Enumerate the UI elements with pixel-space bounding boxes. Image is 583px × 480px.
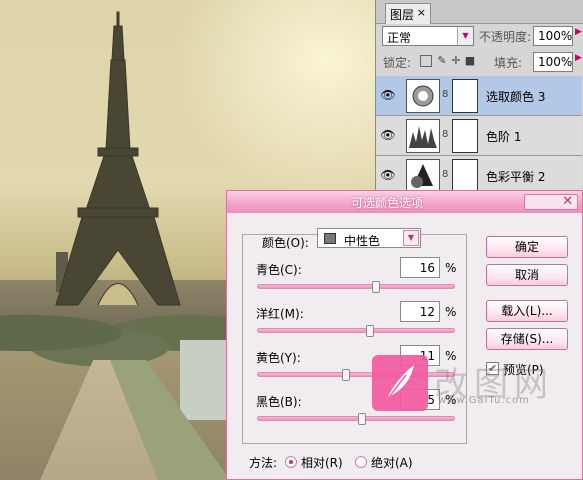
blend-row: 正常 ▼ 不透明度: 100% ▶: [382, 26, 583, 48]
colors-select[interactable]: 中性色 ▼: [317, 228, 421, 248]
black-slider-track[interactable]: [257, 416, 455, 421]
lock-row: 锁定: ✎ ✛ ■ 填充: 100% ▶: [382, 52, 583, 72]
cyan-slider-track[interactable]: [257, 284, 455, 289]
layers-tabbar: 图层 ×: [376, 0, 583, 24]
opacity-value: 100%: [538, 29, 573, 43]
black-slider-knob[interactable]: [357, 413, 366, 425]
feather-logo-icon: [372, 355, 428, 411]
close-button[interactable]: ✕: [524, 194, 578, 210]
yellow-slider-knob[interactable]: [342, 369, 351, 381]
lock-all-icon[interactable]: ■: [464, 55, 476, 67]
eye-icon[interactable]: 👁: [380, 128, 396, 142]
load-button[interactable]: 载入(L)...: [486, 300, 568, 322]
tab-layers-label: 图层: [390, 8, 415, 22]
layer-list: 👁 8 选取颜色 3 👁 8 色阶 1 👁 8 色彩平衡 2: [376, 76, 582, 196]
neutral-swatch: [324, 233, 336, 244]
fill-arrow-icon[interactable]: ▶: [575, 53, 582, 63]
dialog-title: 可选颜色选项: [350, 196, 423, 210]
yellow-label: 黄色(Y):: [256, 351, 301, 365]
selective-color-adjustment-icon: [406, 79, 440, 113]
relative-radio[interactable]: [285, 456, 297, 468]
watermark: 改图网 www.GaiTu.com: [372, 355, 582, 415]
magenta-slider-track[interactable]: [257, 328, 455, 333]
colors-label: 颜色(O):: [262, 236, 309, 250]
fill-value: 100%: [538, 55, 573, 69]
opacity-arrow-icon[interactable]: ▶: [575, 27, 582, 37]
blend-mode-select[interactable]: 正常 ▼: [382, 26, 474, 46]
lock-transparent-icon[interactable]: [420, 55, 432, 67]
link-icon: 8: [442, 129, 449, 140]
link-icon: 8: [442, 89, 449, 100]
watermark-url: www.GaiTu.com: [438, 395, 530, 406]
cyan-label: 青色(C):: [256, 263, 302, 277]
link-icon: 8: [442, 169, 449, 180]
close-icon: ✕: [562, 194, 573, 209]
layer-row[interactable]: 👁 8 选取颜色 3: [376, 76, 582, 116]
eye-icon[interactable]: 👁: [380, 168, 396, 182]
magenta-label: 洋红(M):: [256, 307, 304, 321]
cyan-input[interactable]: 16: [400, 257, 440, 278]
cancel-button[interactable]: 取消: [486, 264, 568, 286]
layer-name: 选取颜色 3: [486, 90, 546, 104]
levels-adjustment-icon: [406, 119, 440, 153]
close-icon[interactable]: ×: [417, 6, 426, 19]
colors-value: 中性色: [344, 234, 381, 248]
opacity-input[interactable]: 100%: [533, 26, 573, 46]
chevron-down-icon: ▼: [457, 27, 473, 45]
absolute-label: 绝对(A): [371, 456, 413, 470]
layer-row[interactable]: 👁 8 色阶 1: [376, 116, 582, 156]
eiffel-tower: [55, 11, 181, 306]
relative-label: 相对(R): [301, 456, 343, 470]
black-label: 黑色(B):: [256, 395, 302, 409]
percent-label: %: [445, 305, 457, 319]
opacity-label: 不透明度:: [479, 30, 532, 44]
method-label: 方法:: [249, 456, 278, 470]
lock-brush-icon[interactable]: ✎: [436, 55, 448, 67]
percent-label: %: [445, 261, 457, 275]
layer-name: 色彩平衡 2: [486, 170, 546, 184]
fill-label: 填充:: [494, 56, 523, 70]
layer-mask-thumb[interactable]: [452, 159, 478, 193]
cyan-slider-knob[interactable]: [371, 281, 380, 293]
layer-mask-thumb[interactable]: [452, 119, 478, 153]
ok-button[interactable]: 确定: [486, 236, 568, 258]
dialog-titlebar[interactable]: 可选颜色选项 ✕: [227, 191, 582, 213]
layers-panel: 图层 × 正常 ▼ 不透明度: 100% ▶ 锁定: ✎ ✛ ■ 填充: 100…: [375, 0, 583, 196]
magenta-slider-knob[interactable]: [365, 325, 374, 337]
layer-mask-thumb[interactable]: [452, 79, 478, 113]
selective-color-dialog: 可选颜色选项 ✕ 颜色(O): 中性色 ▼ 青色(C): 16 % 洋红(M):…: [226, 190, 583, 480]
magenta-input[interactable]: 12: [400, 301, 440, 322]
absolute-radio[interactable]: [355, 456, 367, 468]
tab-layers[interactable]: 图层 ×: [385, 3, 431, 24]
lock-label: 锁定:: [383, 56, 412, 70]
lock-move-icon[interactable]: ✛: [450, 55, 462, 67]
save-button[interactable]: 存储(S)...: [486, 328, 568, 350]
blend-mode-value: 正常: [387, 31, 412, 45]
fill-input[interactable]: 100%: [533, 52, 573, 72]
chevron-down-icon: ▼: [403, 230, 419, 246]
layer-name: 色阶 1: [486, 130, 522, 144]
eye-icon[interactable]: 👁: [380, 88, 396, 102]
color-balance-adjustment-icon: [406, 159, 440, 193]
